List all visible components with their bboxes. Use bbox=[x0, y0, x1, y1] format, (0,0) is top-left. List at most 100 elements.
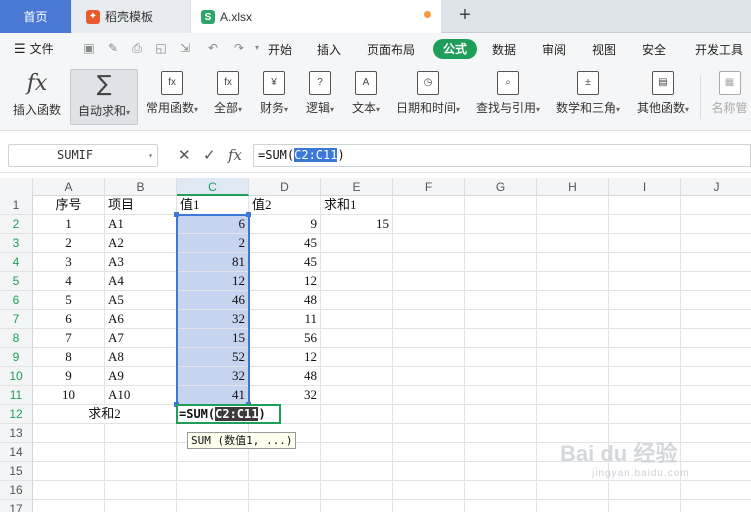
undo-icon[interactable]: ↶ bbox=[206, 41, 220, 55]
tab-file[interactable]: S A.xlsx bbox=[191, 0, 441, 34]
row-header-6[interactable]: 6 bbox=[0, 291, 33, 310]
column-header-a[interactable]: A bbox=[33, 178, 105, 196]
cell-e11[interactable] bbox=[321, 386, 393, 405]
cell-b15[interactable] bbox=[105, 462, 177, 481]
logic-button[interactable]: ? 逻辑▾ bbox=[300, 69, 340, 125]
cell-i7[interactable] bbox=[609, 310, 681, 329]
menu-formula[interactable]: 公式 bbox=[433, 39, 477, 59]
cell-h11[interactable] bbox=[537, 386, 609, 405]
cell-i1[interactable] bbox=[609, 196, 681, 215]
confirm-icon[interactable]: ✓ bbox=[203, 146, 216, 164]
cell-j4[interactable] bbox=[681, 253, 751, 272]
cell-a1[interactable]: 序号 bbox=[33, 196, 105, 215]
cell-f1[interactable] bbox=[393, 196, 465, 215]
cell-i3[interactable] bbox=[609, 234, 681, 253]
cell-e1[interactable]: 求和1 bbox=[321, 196, 393, 215]
cell-g10[interactable] bbox=[465, 367, 537, 386]
cell-d10[interactable]: 48 bbox=[249, 367, 321, 386]
cell-c10[interactable]: 32 bbox=[177, 367, 249, 386]
cell-f16[interactable] bbox=[393, 481, 465, 500]
cell-g8[interactable] bbox=[465, 329, 537, 348]
cell-h9[interactable] bbox=[537, 348, 609, 367]
row-header-1[interactable]: 1 bbox=[0, 196, 33, 215]
cell-b4[interactable]: A3 bbox=[105, 253, 177, 272]
cell-i2[interactable] bbox=[609, 215, 681, 234]
cell-d11[interactable]: 32 bbox=[249, 386, 321, 405]
menu-file[interactable]: ☰ 文件 bbox=[14, 40, 54, 57]
range-handle[interactable] bbox=[174, 212, 179, 217]
cell-e6[interactable] bbox=[321, 291, 393, 310]
cell-f9[interactable] bbox=[393, 348, 465, 367]
row-header-15[interactable]: 15 bbox=[0, 462, 33, 481]
cell-i6[interactable] bbox=[609, 291, 681, 310]
cell-i11[interactable] bbox=[609, 386, 681, 405]
menu-view[interactable]: 视图 bbox=[592, 41, 616, 58]
cell-h12[interactable] bbox=[537, 405, 609, 424]
cancel-icon[interactable]: ✕ bbox=[178, 146, 191, 164]
cell-b9[interactable]: A8 bbox=[105, 348, 177, 367]
column-header-i[interactable]: I bbox=[609, 178, 681, 196]
cell-g11[interactable] bbox=[465, 386, 537, 405]
cell-e13[interactable] bbox=[321, 424, 393, 443]
cell-j5[interactable] bbox=[681, 272, 751, 291]
formula-input[interactable]: =SUM(C2:C11) bbox=[253, 144, 751, 167]
column-header-g[interactable]: G bbox=[465, 178, 537, 196]
row-header-12[interactable]: 12 bbox=[0, 405, 33, 424]
cell-g5[interactable] bbox=[465, 272, 537, 291]
cell-e8[interactable] bbox=[321, 329, 393, 348]
cell-c2[interactable]: 6 bbox=[177, 215, 249, 234]
cell-e16[interactable] bbox=[321, 481, 393, 500]
cell-e5[interactable] bbox=[321, 272, 393, 291]
cell-c6[interactable]: 46 bbox=[177, 291, 249, 310]
row-header-9[interactable]: 9 bbox=[0, 348, 33, 367]
cell-a15[interactable] bbox=[33, 462, 105, 481]
menu-developer[interactable]: 开发工具 bbox=[695, 41, 743, 58]
cell-j16[interactable] bbox=[681, 481, 751, 500]
fx-button[interactable]: fx bbox=[228, 146, 242, 164]
cell-e9[interactable] bbox=[321, 348, 393, 367]
cell-b7[interactable]: A6 bbox=[105, 310, 177, 329]
quick-access-dropdown-icon[interactable]: ▾ bbox=[250, 41, 264, 55]
cell-g7[interactable] bbox=[465, 310, 537, 329]
cell-f11[interactable] bbox=[393, 386, 465, 405]
cell-i9[interactable] bbox=[609, 348, 681, 367]
cell-e3[interactable] bbox=[321, 234, 393, 253]
cell-h2[interactable] bbox=[537, 215, 609, 234]
column-header-f[interactable]: F bbox=[393, 178, 465, 196]
cell-h3[interactable] bbox=[537, 234, 609, 253]
cell-c4[interactable]: 81 bbox=[177, 253, 249, 272]
column-header-b[interactable]: B bbox=[105, 178, 177, 196]
cell-a8[interactable]: 7 bbox=[33, 329, 105, 348]
cell-e10[interactable] bbox=[321, 367, 393, 386]
row-header-11[interactable]: 11 bbox=[0, 386, 33, 405]
cell-f7[interactable] bbox=[393, 310, 465, 329]
cell-g6[interactable] bbox=[465, 291, 537, 310]
cell-i12[interactable] bbox=[609, 405, 681, 424]
cell-g9[interactable] bbox=[465, 348, 537, 367]
cell-i5[interactable] bbox=[609, 272, 681, 291]
cell-b3[interactable]: A2 bbox=[105, 234, 177, 253]
cell-b2[interactable]: A1 bbox=[105, 215, 177, 234]
cell-j12[interactable] bbox=[681, 405, 751, 424]
cell-c11[interactable]: 41 bbox=[177, 386, 249, 405]
cell-c15[interactable] bbox=[177, 462, 249, 481]
cell-c1[interactable]: 值1 bbox=[177, 196, 249, 215]
select-all-corner[interactable] bbox=[0, 178, 33, 196]
cell-a9[interactable]: 8 bbox=[33, 348, 105, 367]
column-header-j[interactable]: J bbox=[681, 178, 751, 196]
cell-g14[interactable] bbox=[465, 443, 537, 462]
cell-b6[interactable]: A5 bbox=[105, 291, 177, 310]
cell-g15[interactable] bbox=[465, 462, 537, 481]
cell-e2[interactable]: 15 bbox=[321, 215, 393, 234]
cell-j2[interactable] bbox=[681, 215, 751, 234]
row-header-16[interactable]: 16 bbox=[0, 481, 33, 500]
cell-d16[interactable] bbox=[249, 481, 321, 500]
text-functions-button[interactable]: A 文本▾ bbox=[346, 69, 386, 125]
row-header-10[interactable]: 10 bbox=[0, 367, 33, 386]
cell-e14[interactable] bbox=[321, 443, 393, 462]
insert-function-button[interactable]: fx 插入函数 bbox=[8, 69, 66, 125]
redo-icon[interactable]: ↷ bbox=[232, 41, 246, 55]
datetime-button[interactable]: ◷ 日期和时间▾ bbox=[392, 69, 464, 125]
cell-d3[interactable]: 45 bbox=[249, 234, 321, 253]
other-functions-button[interactable]: ▤ 其他函数▾ bbox=[632, 69, 694, 125]
